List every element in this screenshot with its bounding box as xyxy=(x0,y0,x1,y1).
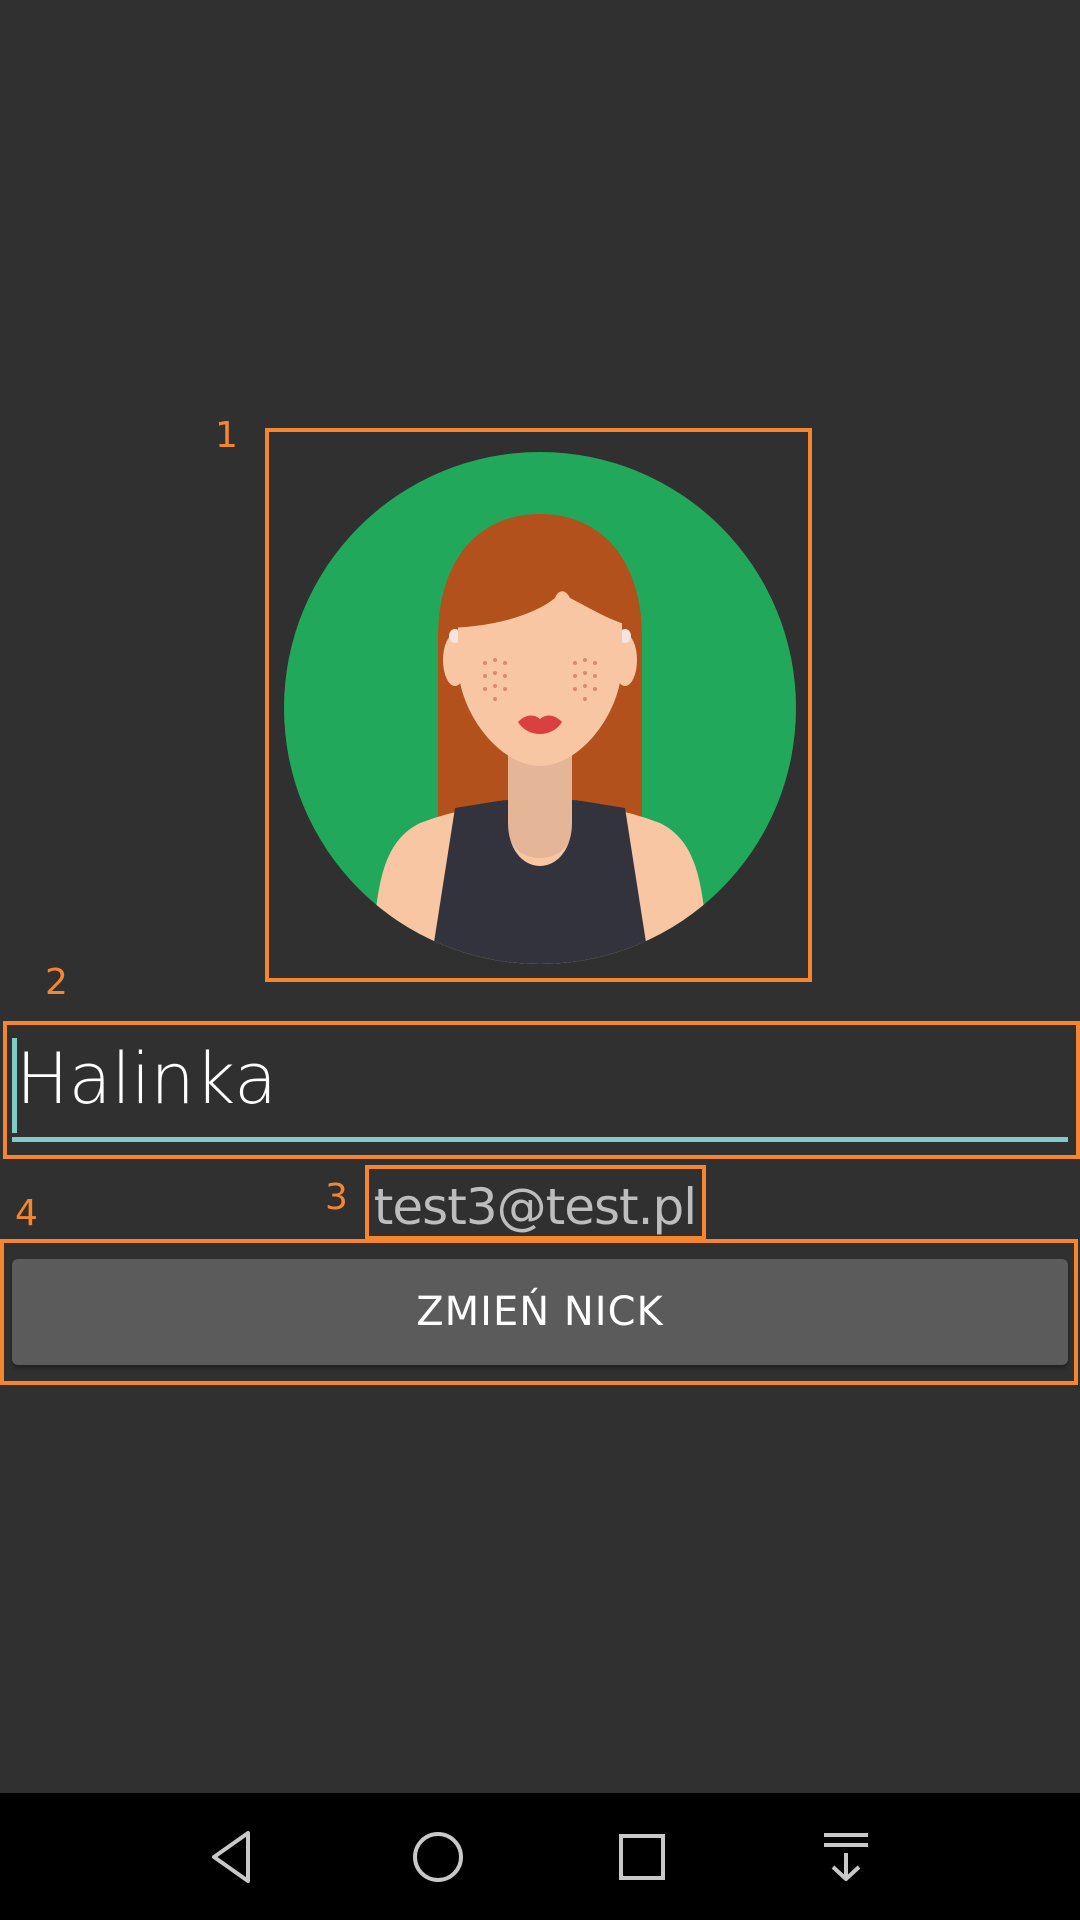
notifications-pull-icon xyxy=(824,1833,868,1881)
recents-icon xyxy=(619,1834,665,1880)
annotation-label-3: 3 xyxy=(325,1177,348,1218)
nav-home-button[interactable] xyxy=(398,1817,478,1897)
woman-avatar-icon xyxy=(284,452,796,964)
nav-back-button[interactable] xyxy=(194,1817,274,1897)
navigation-bar xyxy=(0,1793,1080,1920)
text-cursor xyxy=(12,1038,17,1133)
user-email: test3@test.pl xyxy=(373,1178,697,1236)
annotation-label-2: 2 xyxy=(45,962,68,1003)
nav-notifications-button[interactable] xyxy=(806,1817,886,1897)
avatar[interactable] xyxy=(280,448,800,968)
back-icon xyxy=(212,1831,250,1883)
annotation-label-4: 4 xyxy=(15,1193,38,1234)
annotation-label-1: 1 xyxy=(215,415,238,456)
nav-recents-button[interactable] xyxy=(602,1817,682,1897)
nickname-input[interactable] xyxy=(12,1030,1068,1142)
change-nick-button[interactable]: ZMIEŃ NICK xyxy=(12,1259,1068,1365)
home-icon xyxy=(413,1832,463,1882)
